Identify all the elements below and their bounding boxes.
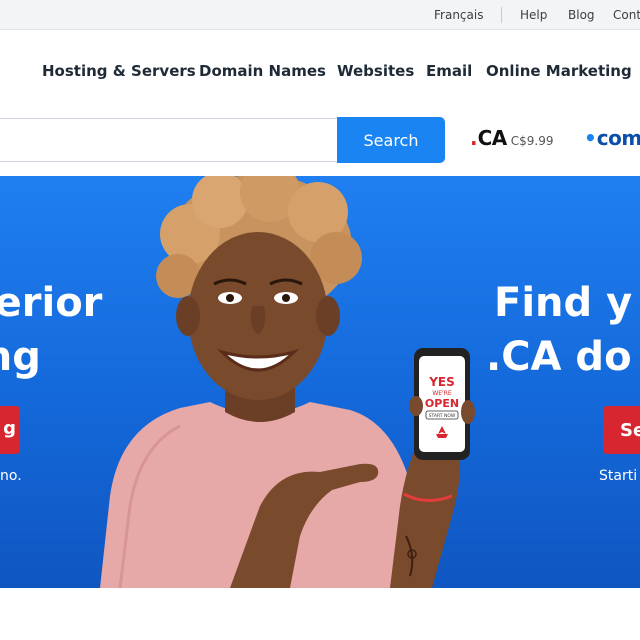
tld-name: CA xyxy=(477,126,508,150)
page: Français Help Blog Cont Hosting & Server… xyxy=(0,0,640,640)
phone-screen-text: WE'RE xyxy=(432,390,452,397)
contact-link[interactable]: Cont xyxy=(613,8,640,22)
nav-websites[interactable]: Websites xyxy=(337,62,414,80)
nav-domain-names[interactable]: Domain Names xyxy=(199,62,326,80)
nav-online-marketing[interactable]: Online Marketing xyxy=(486,62,632,80)
nav-hosting-servers[interactable]: Hosting & Servers xyxy=(42,62,196,80)
domain-search-bar: Search .CA C$9.99 •com xyxy=(0,112,640,176)
hero-right-heading: Find y .CA do xyxy=(486,276,632,384)
phone-screen-text: OPEN xyxy=(425,397,459,410)
phone-screen-text: START NOW xyxy=(429,413,456,419)
tld-dot-icon: • xyxy=(584,126,597,150)
domain-search-input[interactable] xyxy=(0,118,338,162)
main-nav: Hosting & Servers Domain Names Websites … xyxy=(0,30,640,112)
hero-right-subtext: Starti xyxy=(599,468,638,484)
tld-name: com xyxy=(596,126,640,150)
divider xyxy=(501,7,502,23)
hero-banner: perior ing g no. xyxy=(0,176,640,588)
search-button[interactable]: Search xyxy=(337,117,445,163)
hero-left-cta-label: g xyxy=(3,418,16,439)
hero-right-cta-button[interactable]: Se xyxy=(603,406,640,454)
tld-ca-offer[interactable]: .CA C$9.99 xyxy=(470,126,554,150)
tld-com-offer[interactable]: •com xyxy=(584,126,640,150)
hero-person-photo: YES WE'RE OPEN START NOW xyxy=(100,176,475,588)
blog-link[interactable]: Blog xyxy=(568,8,595,22)
hero-right-heading-line1: Find y xyxy=(494,280,633,326)
utility-bar: Français Help Blog Cont xyxy=(0,0,640,30)
tld-price: C$9.99 xyxy=(510,134,554,148)
nav-email[interactable]: Email xyxy=(426,62,472,80)
tld-dot-icon: . xyxy=(470,126,478,150)
phone-screen-text: YES xyxy=(428,375,455,389)
content-area xyxy=(0,588,640,640)
language-link[interactable]: Français xyxy=(434,8,483,22)
help-link[interactable]: Help xyxy=(520,8,547,22)
hero-left-cta-button[interactable]: g xyxy=(0,406,20,454)
hero-right-heading-line2: .CA do xyxy=(486,334,632,380)
hero-left-subtext: no. xyxy=(0,468,22,484)
